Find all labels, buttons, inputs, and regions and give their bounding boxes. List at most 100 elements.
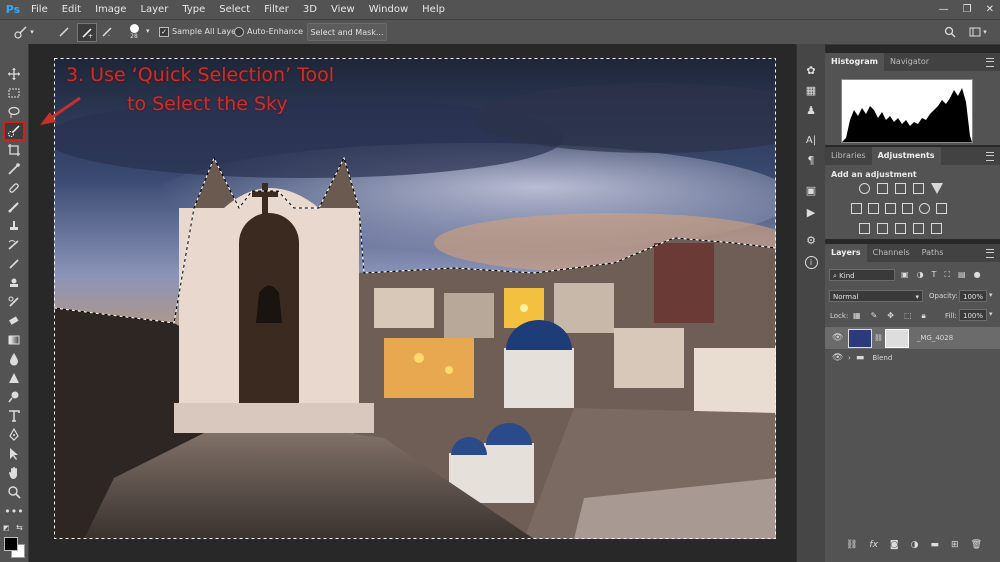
paragraph-panel-button[interactable]: ¶ [803, 152, 819, 168]
swap-colors-icon[interactable]: ⇆ [16, 523, 23, 532]
invert-icon[interactable] [859, 223, 870, 234]
maximize-button[interactable]: ❐ [963, 4, 972, 15]
lock-artboard-icon[interactable]: ⬚ [904, 311, 912, 321]
menu-view[interactable]: View [324, 0, 362, 19]
lock-all-icon[interactable]: 🔒︎ [922, 311, 926, 321]
color-panel-button[interactable]: ✿ [803, 62, 819, 78]
trash-icon[interactable]: 🗑︎ [971, 540, 982, 554]
workspace-switcher[interactable]: ▾ [966, 23, 990, 40]
channel-mixer-icon[interactable] [919, 203, 930, 214]
exposure-icon[interactable] [913, 183, 924, 194]
filter-smart-object-icon[interactable]: ▤ [958, 270, 966, 280]
brightness-icon[interactable] [859, 183, 870, 194]
eraser-tool[interactable] [5, 313, 23, 329]
panel-menu-icon[interactable] [986, 152, 994, 161]
properties-panel-button[interactable]: ⚙ [803, 232, 819, 248]
layer-filter-kind[interactable]: ⌕ Kind [829, 269, 895, 281]
edit-toolbar-button[interactable]: ••• [4, 503, 23, 519]
menu-filter[interactable]: Filter [257, 0, 296, 19]
chevron-down-icon[interactable]: ▾ [989, 291, 993, 299]
panel-menu-icon[interactable] [986, 58, 994, 67]
clone-stamp-tool[interactable] [5, 218, 23, 234]
filter-shape-icon[interactable]: ⛶ [944, 270, 950, 280]
fill-input[interactable]: 100% [959, 309, 987, 321]
foreground-color-swatch[interactable] [4, 537, 18, 551]
swatches-panel-button[interactable]: ▦ [803, 82, 819, 98]
filter-toggle-icon[interactable]: ● [974, 270, 981, 280]
new-adjustment-icon[interactable]: ◑ [911, 540, 919, 554]
eyedropper-tool[interactable] [5, 161, 23, 177]
menu-type[interactable]: Type [175, 0, 212, 19]
search-button[interactable] [942, 23, 958, 40]
healing-brush-tool[interactable] [5, 180, 23, 196]
minimize-button[interactable]: — [939, 4, 949, 15]
gradient-map-icon[interactable] [931, 223, 942, 234]
brush-size-picker[interactable]: 28 [124, 23, 144, 40]
lock-transparent-icon[interactable]: ▦ [853, 311, 861, 321]
history-brush-tool[interactable] [5, 237, 23, 253]
actions-panel-button[interactable]: ▶ [803, 204, 819, 220]
opacity-input[interactable]: 100% [959, 290, 987, 302]
menu-select[interactable]: Select [212, 0, 257, 19]
photo-filter-icon[interactable] [902, 203, 913, 214]
auto-enhance-checkbox[interactable]: Auto-Enhance [234, 23, 303, 40]
gradient-tool[interactable] [5, 332, 23, 348]
menu-layer[interactable]: Layer [133, 0, 175, 19]
tab-adjustments[interactable]: Adjustments [871, 147, 941, 165]
tab-channels[interactable]: Channels [867, 244, 916, 262]
menu-edit[interactable]: Edit [55, 0, 88, 19]
lock-pixels-icon[interactable]: ✎ [871, 311, 878, 321]
chevron-down-icon[interactable]: ▾ [989, 310, 993, 318]
add-to-selection-button[interactable]: + [77, 23, 97, 42]
default-colors-icon[interactable]: ◩ [3, 524, 10, 532]
styles-panel-button[interactable]: ♟ [803, 102, 819, 118]
lock-position-icon[interactable]: ✥ [887, 311, 894, 321]
brush-tool[interactable] [5, 199, 23, 215]
filter-adjustment-icon[interactable]: ◑ [917, 270, 924, 280]
menu-window[interactable]: Window [362, 0, 415, 19]
subtract-from-selection-button[interactable]: - [99, 23, 115, 40]
character-panel-button[interactable]: A| [803, 132, 819, 148]
eye-visibility-icon[interactable]: 👁︎ [832, 333, 843, 343]
tab-layers[interactable]: Layers [825, 244, 867, 262]
history-brush-tool-2[interactable] [5, 294, 23, 310]
close-button[interactable]: ✕ [986, 4, 994, 15]
dodge-tool[interactable] [5, 389, 23, 405]
color-lookup-icon[interactable] [936, 203, 947, 214]
hue-saturation-icon[interactable] [851, 203, 862, 214]
brush-tool-2[interactable] [5, 256, 23, 272]
panel-menu-icon[interactable] [986, 249, 994, 258]
black-white-icon[interactable] [885, 203, 896, 214]
tool-preset-picker[interactable]: ▾ [8, 23, 40, 40]
menu-help[interactable]: Help [415, 0, 452, 19]
fx-icon[interactable]: fx [869, 540, 878, 554]
link-layers-icon[interactable]: ⛓︎ [846, 540, 857, 554]
crop-tool[interactable] [5, 142, 23, 158]
curves-icon[interactable] [895, 183, 906, 194]
sample-all-layers-checkbox[interactable]: ✓ Sample All Layers [159, 23, 243, 40]
type-tool[interactable] [5, 408, 23, 424]
blur-tool[interactable] [5, 351, 23, 367]
menu-file[interactable]: File [24, 0, 55, 19]
tab-histogram[interactable]: Histogram [825, 53, 884, 71]
document-canvas[interactable] [54, 58, 776, 539]
ps-logo[interactable]: Ps [2, 0, 24, 19]
marquee-tool[interactable] [5, 85, 23, 101]
info-panel-button[interactable]: i [803, 254, 819, 270]
chevron-right-icon[interactable]: › [848, 354, 851, 362]
zoom-tool[interactable] [5, 484, 23, 500]
lasso-tool[interactable] [5, 104, 23, 120]
stamp-tool-2[interactable] [5, 275, 23, 291]
hand-tool[interactable] [5, 465, 23, 481]
menu-image[interactable]: Image [88, 0, 133, 19]
tab-paths[interactable]: Paths [916, 244, 950, 262]
layer-row[interactable]: 👁︎ ⛓︎ _MG_4028 [825, 327, 1000, 349]
filter-pixel-icon[interactable]: ▣ [901, 270, 909, 280]
brush-chevron-icon[interactable]: ▾ [146, 27, 150, 35]
tab-libraries[interactable]: Libraries [825, 147, 872, 165]
blend-mode-select[interactable]: Normal ▾ [829, 290, 923, 302]
santorini-photo[interactable] [54, 58, 776, 539]
selective-color-icon[interactable] [913, 223, 924, 234]
new-selection-button[interactable] [56, 23, 72, 40]
menu-3d[interactable]: 3D [296, 0, 324, 19]
